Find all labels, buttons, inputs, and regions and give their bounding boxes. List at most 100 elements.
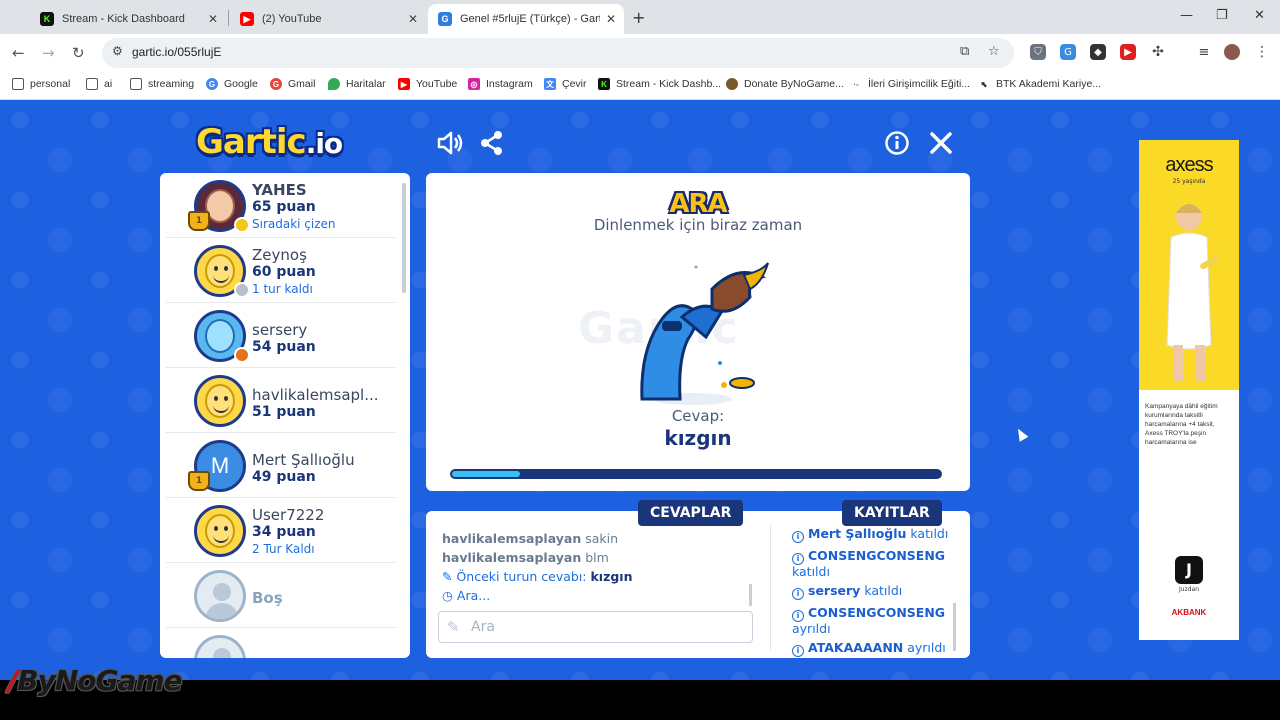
bynogame-overlay-logo: /ByNoGame <box>8 664 183 697</box>
youtube-extension-icon[interactable]: ▶ <box>1120 44 1136 60</box>
ad-app-name: Juzdan <box>1178 586 1199 593</box>
minimize-icon[interactable]: — <box>1180 8 1193 23</box>
media-controls-icon[interactable]: ≡ <box>1196 44 1212 60</box>
log-item: i Mert Şallıoğlu katıldı <box>792 527 962 543</box>
answer-label: Cevap: <box>671 407 725 425</box>
tab-kick-dashboard[interactable]: K Stream - Kick Dashboard ✕ <box>30 4 226 34</box>
window-close-icon[interactable]: ✕ <box>1254 8 1265 23</box>
juzdan-icon: J <box>1175 556 1203 584</box>
chat-panel: havlikalemsaplayan sakin havlikalemsapla… <box>426 511 970 658</box>
tab-close-icon[interactable]: ✕ <box>606 12 616 26</box>
back-icon[interactable]: ← <box>12 44 25 62</box>
status-dot <box>234 282 250 298</box>
address-bar[interactable]: ⚙ gartic.io/055rlujE ⧉ ☆ <box>102 38 1014 68</box>
round-subtitle: Dinlenmek için biraz zaman <box>593 216 803 234</box>
answers-scrollbar[interactable] <box>749 584 752 606</box>
answer-user: havlikalemsaplayan <box>442 531 582 546</box>
bookmark-haritalar[interactable]: Haritalar <box>328 78 386 90</box>
bookmark-label: BTK Akademi Kariye... <box>996 78 1102 90</box>
answer-input-box[interactable]: ✎ <box>438 611 753 643</box>
reload-icon[interactable]: ↻ <box>72 44 85 62</box>
cat-extension-icon[interactable]: ◆ <box>1090 44 1106 60</box>
bookmark-label: Google <box>224 78 258 90</box>
info-icon: i <box>792 531 804 543</box>
logo-text: Gartic <box>196 122 307 162</box>
bookmark-girisimcilik[interactable]: ·- İleri Girişimcilik Eğiti... <box>850 78 970 90</box>
players-scrollbar[interactable] <box>402 183 406 293</box>
player-score: 54 puan <box>252 339 316 355</box>
answers-tab[interactable]: CEVAPLAR <box>638 500 744 526</box>
bookmark-streaming[interactable]: streaming <box>130 78 194 90</box>
bookmark-star-icon[interactable]: ☆ <box>988 44 1000 59</box>
advertisement-banner[interactable]: axess 25 yaşında Kampanyaya dâhil eğitim… <box>1139 140 1239 640</box>
bookmark-kick[interactable]: K Stream - Kick Dashb... <box>598 78 721 90</box>
maximize-icon[interactable]: ❐ <box>1216 8 1228 23</box>
answer-item: havlikalemsaplayan blm <box>442 550 757 569</box>
ad-tagline: 25 yaşında <box>1172 178 1206 185</box>
log-user: ATAKAAAANN <box>808 640 904 655</box>
bookmark-donate[interactable]: Donate ByNoGame... <box>726 78 844 90</box>
tab-gartic[interactable]: G Genel #5rlujE (Türkçe) - Gartic.io ✕ <box>428 4 624 34</box>
players-list[interactable]: 1 YAHES 65 puan Sıradaki çizen Zeynoş 60… <box>160 173 410 658</box>
bookmark-label: YouTube <box>416 78 458 90</box>
log-user: CONSENGCONSENG <box>808 605 946 620</box>
bookmark-instagram[interactable]: ◎ Instagram <box>468 78 533 90</box>
translate-icon: 文 <box>544 78 556 90</box>
youtube-icon: ▶ <box>398 78 410 90</box>
logs-list: i Mert Şallıoğlu katıldı i CONSENGCONSENG … <box>792 527 962 663</box>
logs-scrollbar[interactable] <box>953 603 956 651</box>
bookmark-youtube[interactable]: ▶ YouTube <box>398 78 457 90</box>
ad-person-illustration <box>1166 204 1219 381</box>
bookmark-cevir[interactable]: 文 Çevir <box>544 78 587 90</box>
site-info-icon[interactable]: ⚙ <box>112 44 123 58</box>
shield-extension-icon[interactable]: ⛉ <box>1030 44 1046 60</box>
bookmark-btk[interactable]: ⬉ BTK Akademi Kariye... <box>978 78 1101 90</box>
round-progress-bar <box>450 469 942 479</box>
info-icon[interactable] <box>884 130 910 156</box>
browser-menu-icon[interactable]: ⋮ <box>1254 44 1270 60</box>
player-row[interactable]: sersery 54 puan <box>166 303 396 368</box>
mouse-cursor <box>1013 426 1029 442</box>
profile-avatar[interactable] <box>1224 44 1240 60</box>
logo-suffix: .io <box>305 127 343 160</box>
donate-icon <box>726 78 738 90</box>
player-row[interactable]: havlikalemsapl... 51 puan <box>166 368 396 433</box>
kick-icon: K <box>598 78 610 90</box>
share-icon[interactable] <box>480 130 504 156</box>
url-text[interactable]: gartic.io/055rlujE <box>132 45 221 59</box>
gartic-icon: G <box>438 12 452 26</box>
tab-close-icon[interactable]: ✕ <box>408 12 418 26</box>
player-name: YAHES <box>252 181 307 199</box>
log-action: katıldı <box>792 564 830 579</box>
bookmark-gmail[interactable]: G Gmail <box>270 78 315 90</box>
empty-slot-avatar <box>194 570 246 622</box>
bookmark-label: Gmail <box>288 78 316 90</box>
logs-tab[interactable]: KAYITLAR <box>842 500 942 526</box>
player-row[interactable]: Zeynoş 60 puan 1 tur kaldı <box>166 238 396 303</box>
youtube-icon: ▶ <box>240 12 254 26</box>
answer-user: havlikalemsaplayan <box>442 550 582 565</box>
exit-close-icon[interactable] <box>929 130 953 156</box>
waiting-item: ◷ Ara... <box>442 588 757 607</box>
player-row[interactable]: 1 YAHES 65 puan Sıradaki çizen <box>166 173 396 238</box>
player-row[interactable]: User7222 34 puan 2 Tur Kaldı <box>166 498 396 563</box>
tab-close-icon[interactable]: ✕ <box>208 12 218 26</box>
install-app-icon[interactable]: ⧉ <box>960 44 969 59</box>
forward-icon[interactable]: → <box>42 44 55 62</box>
answer-input[interactable] <box>471 616 741 638</box>
bookmark-label: ai <box>104 78 113 90</box>
drawing-board[interactable]: ARA Dinlenmek için biraz zaman Gartic Ce… <box>426 173 970 491</box>
ad-text: Kampanyaya dâhil eğitim kurumlarında tak… <box>1145 403 1218 446</box>
bookmark-label: İleri Girişimcilik Eğiti... <box>868 78 971 90</box>
player-row[interactable]: M 1 Mert Şallıoğlu 49 puan <box>166 433 396 498</box>
bookmark-personal[interactable]: personal <box>12 78 70 90</box>
new-tab-icon[interactable]: + <box>632 8 645 27</box>
tab-youtube[interactable]: ▶ (2) YouTube ✕ <box>230 4 426 34</box>
bookmark-google[interactable]: G Google <box>206 78 258 90</box>
ad-bank-name: AKBANK <box>1171 608 1207 617</box>
translate-extension-icon[interactable]: G <box>1060 44 1076 60</box>
bookmark-ai[interactable]: ai <box>86 78 112 90</box>
sound-icon[interactable] <box>436 130 464 156</box>
extensions-icon[interactable]: ✣ <box>1150 44 1166 60</box>
tab-label: Genel #5rlujE (Türkçe) - Gartic.io <box>460 13 600 25</box>
